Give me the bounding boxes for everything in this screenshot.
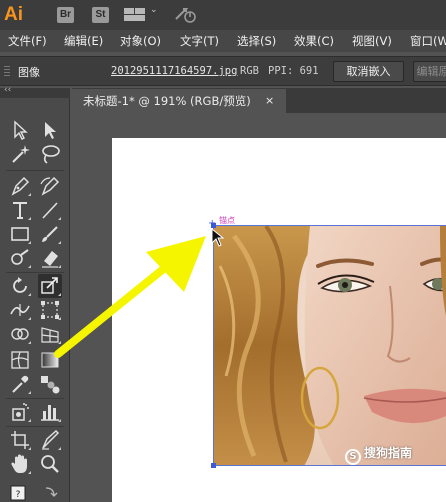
mouse-cursor-icon bbox=[211, 228, 225, 247]
hand-tool-icon[interactable] bbox=[8, 452, 32, 476]
menu-bar: 文件(F) 编辑(E) 对象(O) 文字(T) 选择(S) 效果(C) 视图(V… bbox=[0, 30, 446, 52]
curvature-tool-icon[interactable] bbox=[38, 174, 62, 198]
free-transform-tool-icon[interactable] bbox=[38, 298, 62, 322]
menu-view[interactable]: 视图(V) bbox=[352, 33, 392, 49]
edit-original-button[interactable]: 编辑原 bbox=[413, 61, 446, 82]
chevron-down-icon: ⌄ bbox=[150, 5, 158, 15]
zoom-tool-icon[interactable] bbox=[38, 452, 62, 476]
line-segment-tool-icon[interactable] bbox=[38, 198, 62, 222]
tools-panel: ? bbox=[0, 98, 70, 502]
eyedropper-tool-icon[interactable] bbox=[8, 372, 32, 396]
watermark-logo-icon: S bbox=[345, 449, 361, 465]
application-bar: Ai Br St ⌄ bbox=[0, 0, 446, 30]
rectangle-tool-icon[interactable] bbox=[8, 222, 32, 246]
gradient-tool-icon[interactable] bbox=[38, 348, 62, 372]
type-tool-icon[interactable] bbox=[8, 198, 32, 222]
shape-builder-tool-icon[interactable] bbox=[8, 322, 32, 346]
symbol-sprayer-tool-icon[interactable] bbox=[8, 400, 32, 424]
menu-effect[interactable]: 效果(C) bbox=[294, 33, 334, 49]
close-tab-icon[interactable]: × bbox=[265, 89, 279, 113]
fill-swatch-icon[interactable]: ? bbox=[8, 482, 32, 502]
slice-tool-icon[interactable] bbox=[38, 428, 62, 452]
menu-window[interactable]: 窗口(W bbox=[410, 33, 446, 49]
menu-edit[interactable]: 编辑(E) bbox=[64, 33, 103, 49]
menu-select[interactable]: 选择(S) bbox=[237, 33, 276, 49]
paintbrush-tool-icon[interactable] bbox=[38, 222, 62, 246]
tools-panel-header[interactable]: ‹‹ bbox=[0, 85, 70, 98]
gpu-performance-icon[interactable] bbox=[174, 6, 198, 24]
collapse-panel-icon[interactable]: ‹‹ bbox=[4, 85, 11, 95]
rotate-tool-icon[interactable] bbox=[8, 274, 32, 298]
document-tab[interactable]: 未标题-1* @ 191% (RGB/预览) bbox=[72, 89, 286, 113]
width-tool-icon[interactable] bbox=[8, 298, 32, 322]
direct-selection-tool-icon[interactable] bbox=[38, 118, 62, 142]
anchor-point-label: 锚点 bbox=[219, 216, 235, 225]
swap-fill-stroke-icon[interactable] bbox=[38, 482, 62, 502]
menu-type[interactable]: 文字(T) bbox=[180, 33, 219, 49]
color-mode-label: RGB bbox=[240, 65, 259, 77]
mesh-tool-icon[interactable] bbox=[8, 348, 32, 372]
selected-object-type: 图像 bbox=[18, 66, 40, 79]
pen-tool-icon[interactable] bbox=[8, 174, 32, 198]
magic-wand-tool-icon[interactable] bbox=[8, 142, 32, 166]
column-graph-tool-icon[interactable] bbox=[38, 400, 62, 424]
illustrator-logo: Ai bbox=[4, 4, 23, 25]
menu-file[interactable]: 文件(F) bbox=[8, 33, 47, 49]
watermark: S 搜狗指南 bbox=[345, 444, 412, 465]
menu-object[interactable]: 对象(O) bbox=[120, 33, 161, 49]
control-bar: 图像 2012951117164597.jpg RGB PPI: 691 取消嵌… bbox=[0, 56, 446, 86]
perspective-grid-tool-icon[interactable] bbox=[38, 322, 62, 346]
unembed-button[interactable]: 取消嵌入 bbox=[333, 61, 404, 82]
placed-image[interactable] bbox=[214, 226, 446, 466]
ppi-label: PPI: 691 bbox=[268, 65, 319, 77]
blend-tool-icon[interactable] bbox=[38, 372, 62, 396]
eraser-tool-icon[interactable] bbox=[38, 246, 62, 270]
artboard-tool-icon[interactable] bbox=[8, 428, 32, 452]
watermark-text: 搜狗指南 bbox=[364, 446, 413, 460]
stock-button[interactable]: St bbox=[92, 7, 109, 23]
scale-tool-icon[interactable] bbox=[38, 274, 62, 298]
linked-file-name[interactable]: 2012951117164597.jpg bbox=[111, 65, 237, 77]
shaper-tool-icon[interactable] bbox=[8, 246, 32, 270]
bridge-button[interactable]: Br bbox=[57, 7, 74, 23]
arrange-documents-button[interactable]: ⌄ bbox=[124, 5, 158, 22]
svg-text:?: ? bbox=[16, 490, 21, 500]
lasso-tool-icon[interactable] bbox=[38, 142, 62, 166]
selection-tool-icon[interactable] bbox=[8, 118, 32, 142]
panel-grip-icon[interactable] bbox=[4, 66, 10, 78]
